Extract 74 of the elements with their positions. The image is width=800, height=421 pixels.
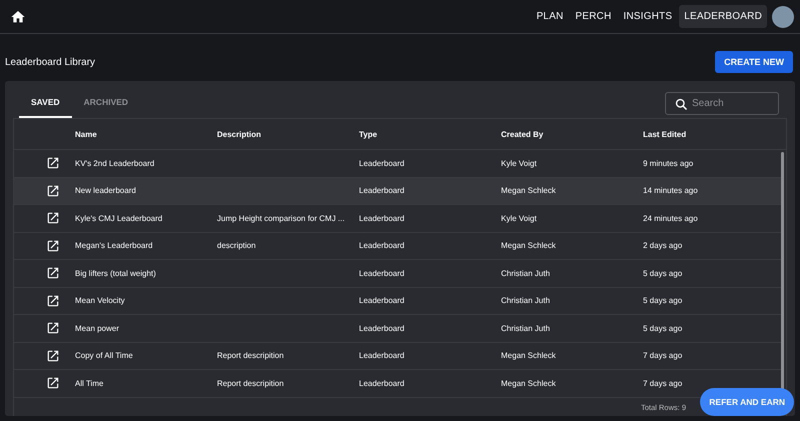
table-cell: Leaderboard	[359, 158, 404, 168]
table-row[interactable]: Megan's Leaderboard description Leaderboard Megan Schleck 2 days ago	[14, 232, 781, 260]
table-row[interactable]: New leaderboard Leaderboard Megan Schleck 14 minutes ago	[14, 178, 781, 205]
table-cell: Copy of All Time	[75, 351, 133, 360]
refer-and-earn-button[interactable]: REFER AND EARN	[700, 388, 794, 416]
open-external-icon[interactable]	[46, 184, 60, 198]
table-cell: Mean power	[75, 324, 120, 333]
open-external-icon[interactable]	[46, 266, 60, 280]
table-cell: Kyle Voigt	[501, 214, 537, 223]
table-cell: Megan Schleck	[501, 241, 556, 250]
table-row[interactable]: Copy of All Time Report descripition Leaderboard Megan Schleck 7 days ago	[14, 342, 781, 370]
table-cell: Leaderboard	[359, 241, 404, 250]
open-external-icon[interactable]	[46, 321, 60, 336]
table-cell: 5 days ago	[643, 268, 682, 278]
table-cell: New leaderboard	[75, 186, 136, 196]
open-external-icon[interactable]	[46, 376, 60, 390]
table-cell: Megan's Leaderboard	[75, 241, 153, 250]
column-header[interactable]: Created By	[501, 130, 643, 138]
table-cell: Megan Schleck	[501, 351, 556, 360]
table-cell: All Time	[75, 378, 104, 388]
avatar[interactable]	[772, 6, 794, 28]
table-cell: Kyle Voigt	[501, 158, 537, 168]
table-cell: Leaderboard	[359, 268, 404, 278]
table-cell: Leaderboard	[359, 351, 404, 360]
nav-link[interactable]: LEADERBOARD	[679, 5, 767, 28]
table-cell: 5 days ago	[643, 296, 682, 306]
nav-link[interactable]: PERCH	[570, 5, 616, 28]
column-header[interactable]: Last Edited	[643, 130, 781, 138]
column-header[interactable]: Name	[75, 130, 217, 138]
table-row[interactable]: Big lifters (total weight) Leaderboard Christian Juth 5 days ago	[14, 260, 781, 288]
table-cell: 7 days ago	[643, 351, 682, 360]
table-cell: description	[217, 241, 256, 250]
table-cell: Leaderboard	[359, 214, 404, 223]
table-cell: 24 minutes ago	[643, 214, 698, 223]
table-cell: Report descripition	[217, 378, 284, 388]
open-external-icon[interactable]	[46, 211, 60, 226]
search-field[interactable]: Search	[665, 92, 779, 115]
open-external-icon[interactable]	[46, 294, 60, 308]
table-cell: Megan Schleck	[501, 378, 556, 388]
table-cell: Leaderboard	[359, 296, 404, 306]
table-cell: Christian Juth	[501, 296, 550, 306]
nav-link[interactable]: PLAN	[531, 5, 568, 28]
open-external-icon[interactable]	[46, 238, 60, 253]
column-header[interactable]: Type	[359, 130, 501, 138]
table-cell: Mean Velocity	[75, 296, 125, 306]
table-cell: Leaderboard	[359, 324, 404, 333]
create-new-button[interactable]: CREATE NEW	[715, 51, 793, 73]
open-external-icon[interactable]	[46, 156, 60, 170]
table-cell: Big lifters (total weight)	[75, 268, 156, 278]
tab[interactable]: SAVED	[19, 89, 72, 118]
column-header[interactable]: Description	[217, 130, 359, 138]
page-title: Leaderboard Library	[5, 56, 96, 68]
table-row[interactable]: Kyle's CMJ Leaderboard Jump Height comparison for CMJ ... Leaderboard Kyle Voigt 24 minutes ago	[14, 205, 781, 232]
table-cell: 9 minutes ago	[643, 158, 694, 168]
table-cell: Kyle's CMJ Leaderboard	[75, 214, 162, 223]
table-cell: Report descripition	[217, 351, 284, 360]
table-cell: Christian Juth	[501, 324, 550, 333]
table-cell: 2 days ago	[643, 241, 682, 250]
home-icon[interactable]	[10, 8, 26, 24]
table-cell: Leaderboard	[359, 186, 404, 196]
table-row[interactable]: Mean power Leaderboard Christian Juth 5 days ago	[14, 315, 781, 342]
open-external-icon[interactable]	[46, 348, 60, 363]
table-cell: 7 days ago	[643, 378, 682, 388]
table-cell: Megan Schleck	[501, 186, 556, 196]
table-cell: Christian Juth	[501, 268, 550, 278]
tab[interactable]: ARCHIVED	[72, 89, 140, 118]
search-icon	[674, 97, 689, 112]
nav-link[interactable]: INSIGHTS	[618, 5, 678, 28]
table-cell: Jump Height comparison for CMJ ...	[217, 214, 345, 223]
table-cell: Leaderboard	[359, 378, 404, 388]
table-cell: KV's 2nd Leaderboard	[75, 158, 154, 168]
table-cell: 14 minutes ago	[643, 186, 698, 196]
table-cell: 5 days ago	[643, 324, 682, 333]
table-row[interactable]: Mean Velocity Leaderboard Christian Juth 5 days ago	[14, 288, 781, 315]
